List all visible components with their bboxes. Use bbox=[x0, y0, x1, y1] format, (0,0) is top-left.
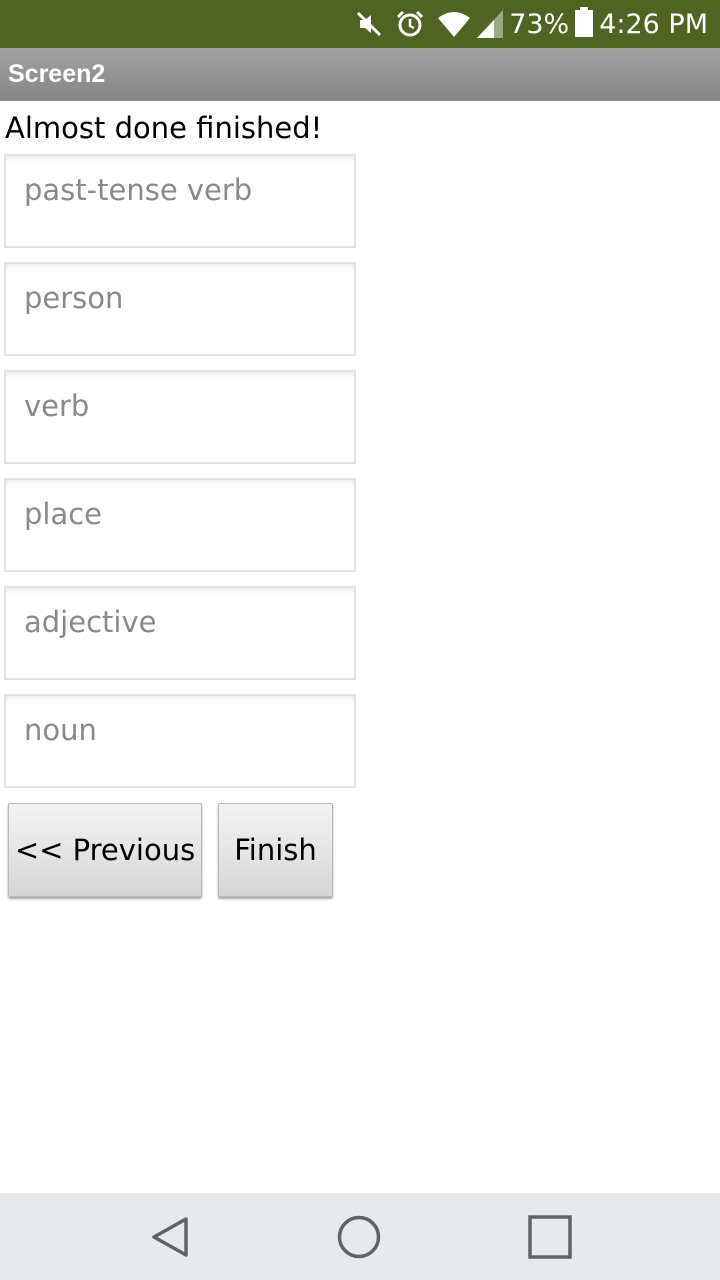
battery-percent: 73% bbox=[509, 8, 570, 40]
verb-input[interactable] bbox=[6, 372, 354, 462]
battery-icon bbox=[575, 6, 594, 42]
mute-icon bbox=[355, 10, 383, 38]
clock: 4:26 PM bbox=[599, 8, 708, 40]
signal-icon bbox=[477, 10, 504, 38]
field-person[interactable] bbox=[4, 262, 356, 356]
field-place[interactable] bbox=[4, 478, 356, 572]
wifi-icon bbox=[437, 10, 471, 38]
place-input[interactable] bbox=[6, 480, 354, 570]
alarm-icon bbox=[395, 9, 425, 39]
person-input[interactable] bbox=[6, 264, 354, 354]
previous-button[interactable]: << Previous bbox=[8, 803, 202, 897]
finish-button[interactable]: Finish bbox=[218, 803, 333, 897]
page-headline: Almost done finished! bbox=[5, 111, 323, 145]
navigation-bar bbox=[0, 1193, 720, 1280]
noun-input[interactable] bbox=[6, 696, 354, 786]
recents-icon[interactable] bbox=[526, 1213, 574, 1261]
field-adjective[interactable] bbox=[4, 586, 356, 680]
field-past-tense-verb[interactable] bbox=[4, 154, 356, 248]
back-icon[interactable] bbox=[146, 1213, 194, 1261]
title-bar: Screen2 bbox=[0, 48, 720, 101]
adjective-input[interactable] bbox=[6, 588, 354, 678]
status-bar: 73% 4:26 PM bbox=[0, 0, 720, 48]
past-tense-verb-input[interactable] bbox=[6, 156, 354, 246]
screen-title: Screen2 bbox=[8, 60, 106, 88]
field-verb[interactable] bbox=[4, 370, 356, 464]
field-noun[interactable] bbox=[4, 694, 356, 788]
home-icon[interactable] bbox=[335, 1213, 383, 1261]
